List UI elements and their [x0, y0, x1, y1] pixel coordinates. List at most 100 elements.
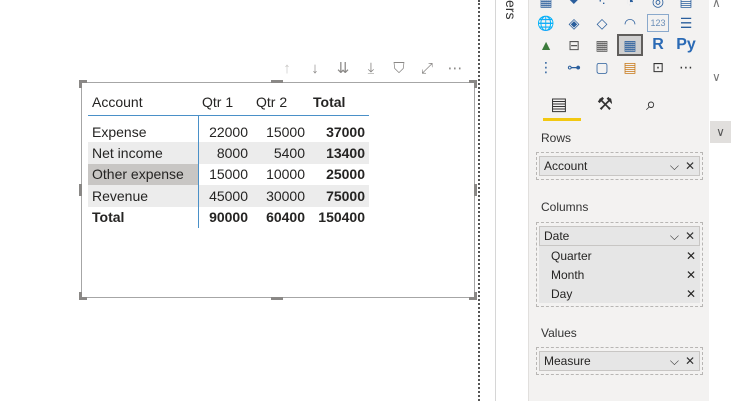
cell-total[interactable]: 25000: [309, 164, 369, 186]
rows-label: Rows: [541, 131, 572, 145]
rows-well[interactable]: Account ⌵ ✕: [536, 152, 703, 180]
row-header[interactable]: Net income: [88, 142, 199, 164]
rows-field-account[interactable]: Account ⌵ ✕: [539, 156, 700, 176]
remove-field-icon[interactable]: ✕: [685, 354, 695, 369]
values-field-measure[interactable]: Measure ⌵ ✕: [539, 351, 700, 371]
donut-icon[interactable]: ◎: [647, 0, 669, 10]
matrix-icon[interactable]: ▦: [617, 34, 643, 56]
date-hierarchy-month[interactable]: Month ✕: [539, 265, 700, 284]
pie-icon[interactable]: ◔: [619, 0, 641, 10]
field-name: Month: [551, 267, 585, 282]
resize-handle-bottom[interactable]: [271, 297, 283, 300]
columns-well[interactable]: Date ⌵ ✕ Quarter ✕ Month ✕ Day ✕: [536, 222, 703, 307]
double-arrow-down-icon[interactable]: ⇊: [332, 58, 354, 78]
row-header-selected[interactable]: Other expense: [88, 163, 199, 185]
cell[interactable]: 45000: [198, 185, 252, 207]
more-options-icon[interactable]: ⋯: [444, 58, 466, 78]
smart-narrative-icon[interactable]: ▤: [619, 58, 641, 76]
filters-collapsed-pane[interactable]: [481, 0, 495, 401]
analytics-tab-icon[interactable]: ⌕: [637, 92, 665, 116]
resize-handle-tl-v[interactable]: [79, 80, 82, 88]
python-visual-icon[interactable]: Py: [675, 36, 697, 54]
slicer-icon[interactable]: ⊟: [563, 36, 585, 54]
remove-field-icon[interactable]: ✕: [686, 249, 696, 263]
matrix-visual[interactable]: Account Qtr 1 Qtr 2 Total Expense 22000 …: [81, 82, 475, 298]
chevron-down-icon[interactable]: ⌵: [670, 159, 679, 174]
kpi-icon[interactable]: ▲: [535, 36, 557, 54]
cell[interactable]: 10000: [252, 164, 309, 186]
cell-total[interactable]: 13400: [309, 142, 369, 164]
header-account[interactable]: Account: [88, 89, 198, 116]
multirow-card-icon[interactable]: ☰: [675, 14, 697, 32]
chevron-down-icon[interactable]: ∨: [712, 70, 721, 84]
row-header[interactable]: Revenue: [88, 185, 199, 207]
total-label[interactable]: Total: [88, 206, 199, 228]
cell-total[interactable]: 37000: [309, 115, 369, 142]
key-influencers-icon[interactable]: ⋮: [535, 58, 557, 76]
filled-map-icon[interactable]: ◈: [563, 14, 585, 32]
shape-map-icon[interactable]: ◇: [591, 14, 613, 32]
focus-mode-icon[interactable]: ⤢: [416, 58, 438, 78]
values-well[interactable]: Measure ⌵ ✕: [536, 347, 703, 375]
treemap-icon[interactable]: ▤: [675, 0, 697, 10]
funnel-icon[interactable]: ⏷: [563, 0, 585, 10]
expand-fields-pane-button[interactable]: ∨: [710, 121, 731, 143]
table-icon[interactable]: ▦: [535, 0, 557, 10]
cell[interactable]: 15000: [198, 164, 252, 186]
header-total[interactable]: Total: [309, 89, 369, 116]
row-header[interactable]: Expense: [88, 115, 199, 142]
resize-handle-tr-v[interactable]: [474, 80, 477, 88]
cell-total[interactable]: 75000: [309, 185, 369, 207]
cell[interactable]: 22000: [198, 115, 252, 142]
arrow-down-icon[interactable]: ↓: [304, 58, 326, 78]
card-icon[interactable]: 123: [647, 14, 669, 32]
r-visual-icon[interactable]: R: [647, 36, 669, 54]
columns-field-date[interactable]: Date ⌵ ✕: [539, 226, 700, 246]
remove-field-icon[interactable]: ✕: [685, 229, 695, 244]
chevron-down-icon[interactable]: ⌵: [670, 229, 679, 244]
date-hierarchy-day[interactable]: Day ✕: [539, 284, 700, 303]
header-qtr1[interactable]: Qtr 1: [198, 89, 252, 116]
arrow-up-icon[interactable]: ↑: [276, 58, 298, 78]
field-name: Measure: [544, 354, 591, 368]
filters-pane-label[interactable]: ers: [503, 0, 519, 19]
more-visuals-icon[interactable]: ⋯: [675, 58, 697, 76]
resize-handle-top[interactable]: [271, 80, 283, 83]
header-qtr2[interactable]: Qtr 2: [252, 89, 309, 116]
qa-icon[interactable]: ▢: [591, 58, 613, 76]
remove-field-icon[interactable]: ✕: [686, 287, 696, 301]
total-cell[interactable]: 60400: [252, 207, 309, 229]
expand-all-down-icon[interactable]: ⤓: [360, 58, 382, 78]
paginated-report-icon[interactable]: ⊡: [647, 58, 669, 76]
scatter-icon[interactable]: ⁖: [591, 0, 613, 10]
remove-field-icon[interactable]: ✕: [685, 159, 695, 174]
format-tab-icon[interactable]: ⚒: [591, 92, 619, 116]
resize-handle-br-v[interactable]: [474, 292, 477, 300]
remove-field-icon[interactable]: ✕: [686, 268, 696, 282]
cell[interactable]: 8000: [198, 142, 252, 164]
resize-handle-left[interactable]: [79, 184, 82, 196]
report-canvas[interactable]: ↑ ↓ ⇊ ⤓ ⛉ ⤢ ⋯ Account Qtr 1 Qtr 2 Total …: [0, 0, 478, 401]
grand-total-cell[interactable]: 150400: [309, 207, 369, 229]
decomposition-tree-icon[interactable]: ⊶: [563, 58, 585, 76]
resize-handle-right[interactable]: [474, 184, 477, 196]
field-name: Quarter: [551, 248, 592, 263]
fields-tab-icon[interactable]: ▤: [545, 92, 573, 116]
table-grid-icon[interactable]: ▦: [591, 36, 613, 54]
cell[interactable]: 15000: [252, 115, 309, 142]
total-cell[interactable]: 90000: [198, 207, 252, 229]
chevron-down-icon: ∨: [716, 125, 725, 139]
chevron-down-icon[interactable]: ⌵: [670, 354, 679, 369]
cell[interactable]: 30000: [252, 185, 309, 207]
globe-map-icon[interactable]: 🌐: [535, 14, 557, 32]
cell[interactable]: 5400: [252, 142, 309, 164]
visual-header: ↑ ↓ ⇊ ⤓ ⛉ ⤢ ⋯: [276, 58, 466, 78]
gauge-icon[interactable]: ◠: [619, 14, 641, 32]
date-hierarchy-quarter[interactable]: Quarter ✕: [539, 246, 700, 265]
total-row: Total 90000 60400 150400: [88, 206, 369, 229]
filter-icon[interactable]: ⛉: [388, 58, 410, 78]
resize-handle-bl-v[interactable]: [79, 292, 82, 300]
matrix-table: Account Qtr 1 Qtr 2 Total Expense 22000 …: [88, 89, 369, 228]
table-row: Net income 8000 5400 13400: [88, 142, 369, 164]
chevron-up-icon[interactable]: ∧: [712, 0, 721, 10]
